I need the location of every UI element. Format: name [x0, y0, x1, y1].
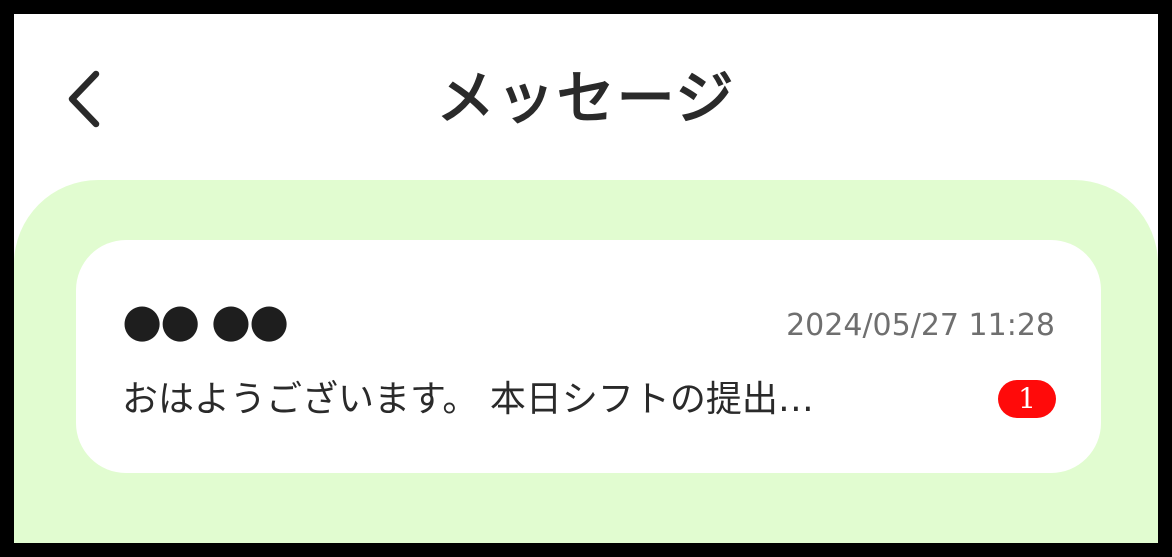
messages-screen: メッセージ ●● ●● 2024/05/27 11:28 おはようございます。 …	[14, 14, 1158, 543]
sender-name: ●● ●●	[122, 293, 289, 347]
message-timestamp: 2024/05/27 11:28	[786, 308, 1055, 343]
message-item[interactable]: ●● ●● 2024/05/27 11:28 おはようございます。 本日シフトの…	[76, 240, 1101, 473]
unread-badge: 1	[998, 380, 1056, 418]
header: メッセージ	[14, 14, 1158, 180]
message-preview: おはようございます。 本日シフトの提出…	[122, 379, 814, 420]
message-list: ●● ●● 2024/05/27 11:28 おはようございます。 本日シフトの…	[14, 180, 1158, 543]
page-title: メッセージ	[436, 64, 736, 132]
